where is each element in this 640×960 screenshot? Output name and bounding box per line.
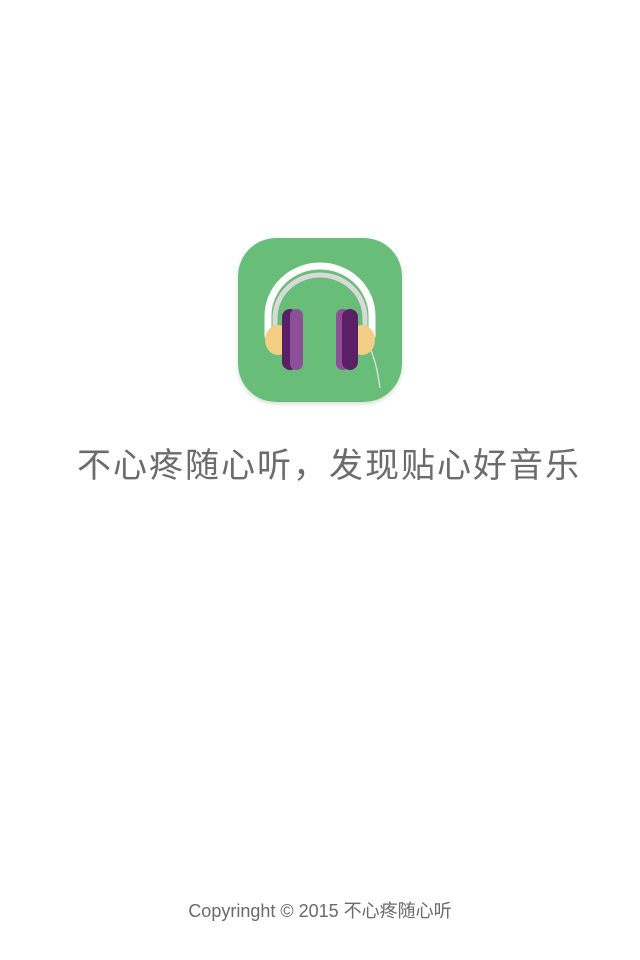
slogan-text: 不心疼随心听，发现贴心好音乐 (77, 446, 581, 486)
copyright-text: Copyringht © 2015 不心疼随心听 (188, 901, 452, 921)
app-logo (238, 238, 402, 402)
left-cup-purple (290, 309, 303, 370)
headphones-icon (238, 238, 402, 402)
right-cup-dark (342, 309, 358, 370)
